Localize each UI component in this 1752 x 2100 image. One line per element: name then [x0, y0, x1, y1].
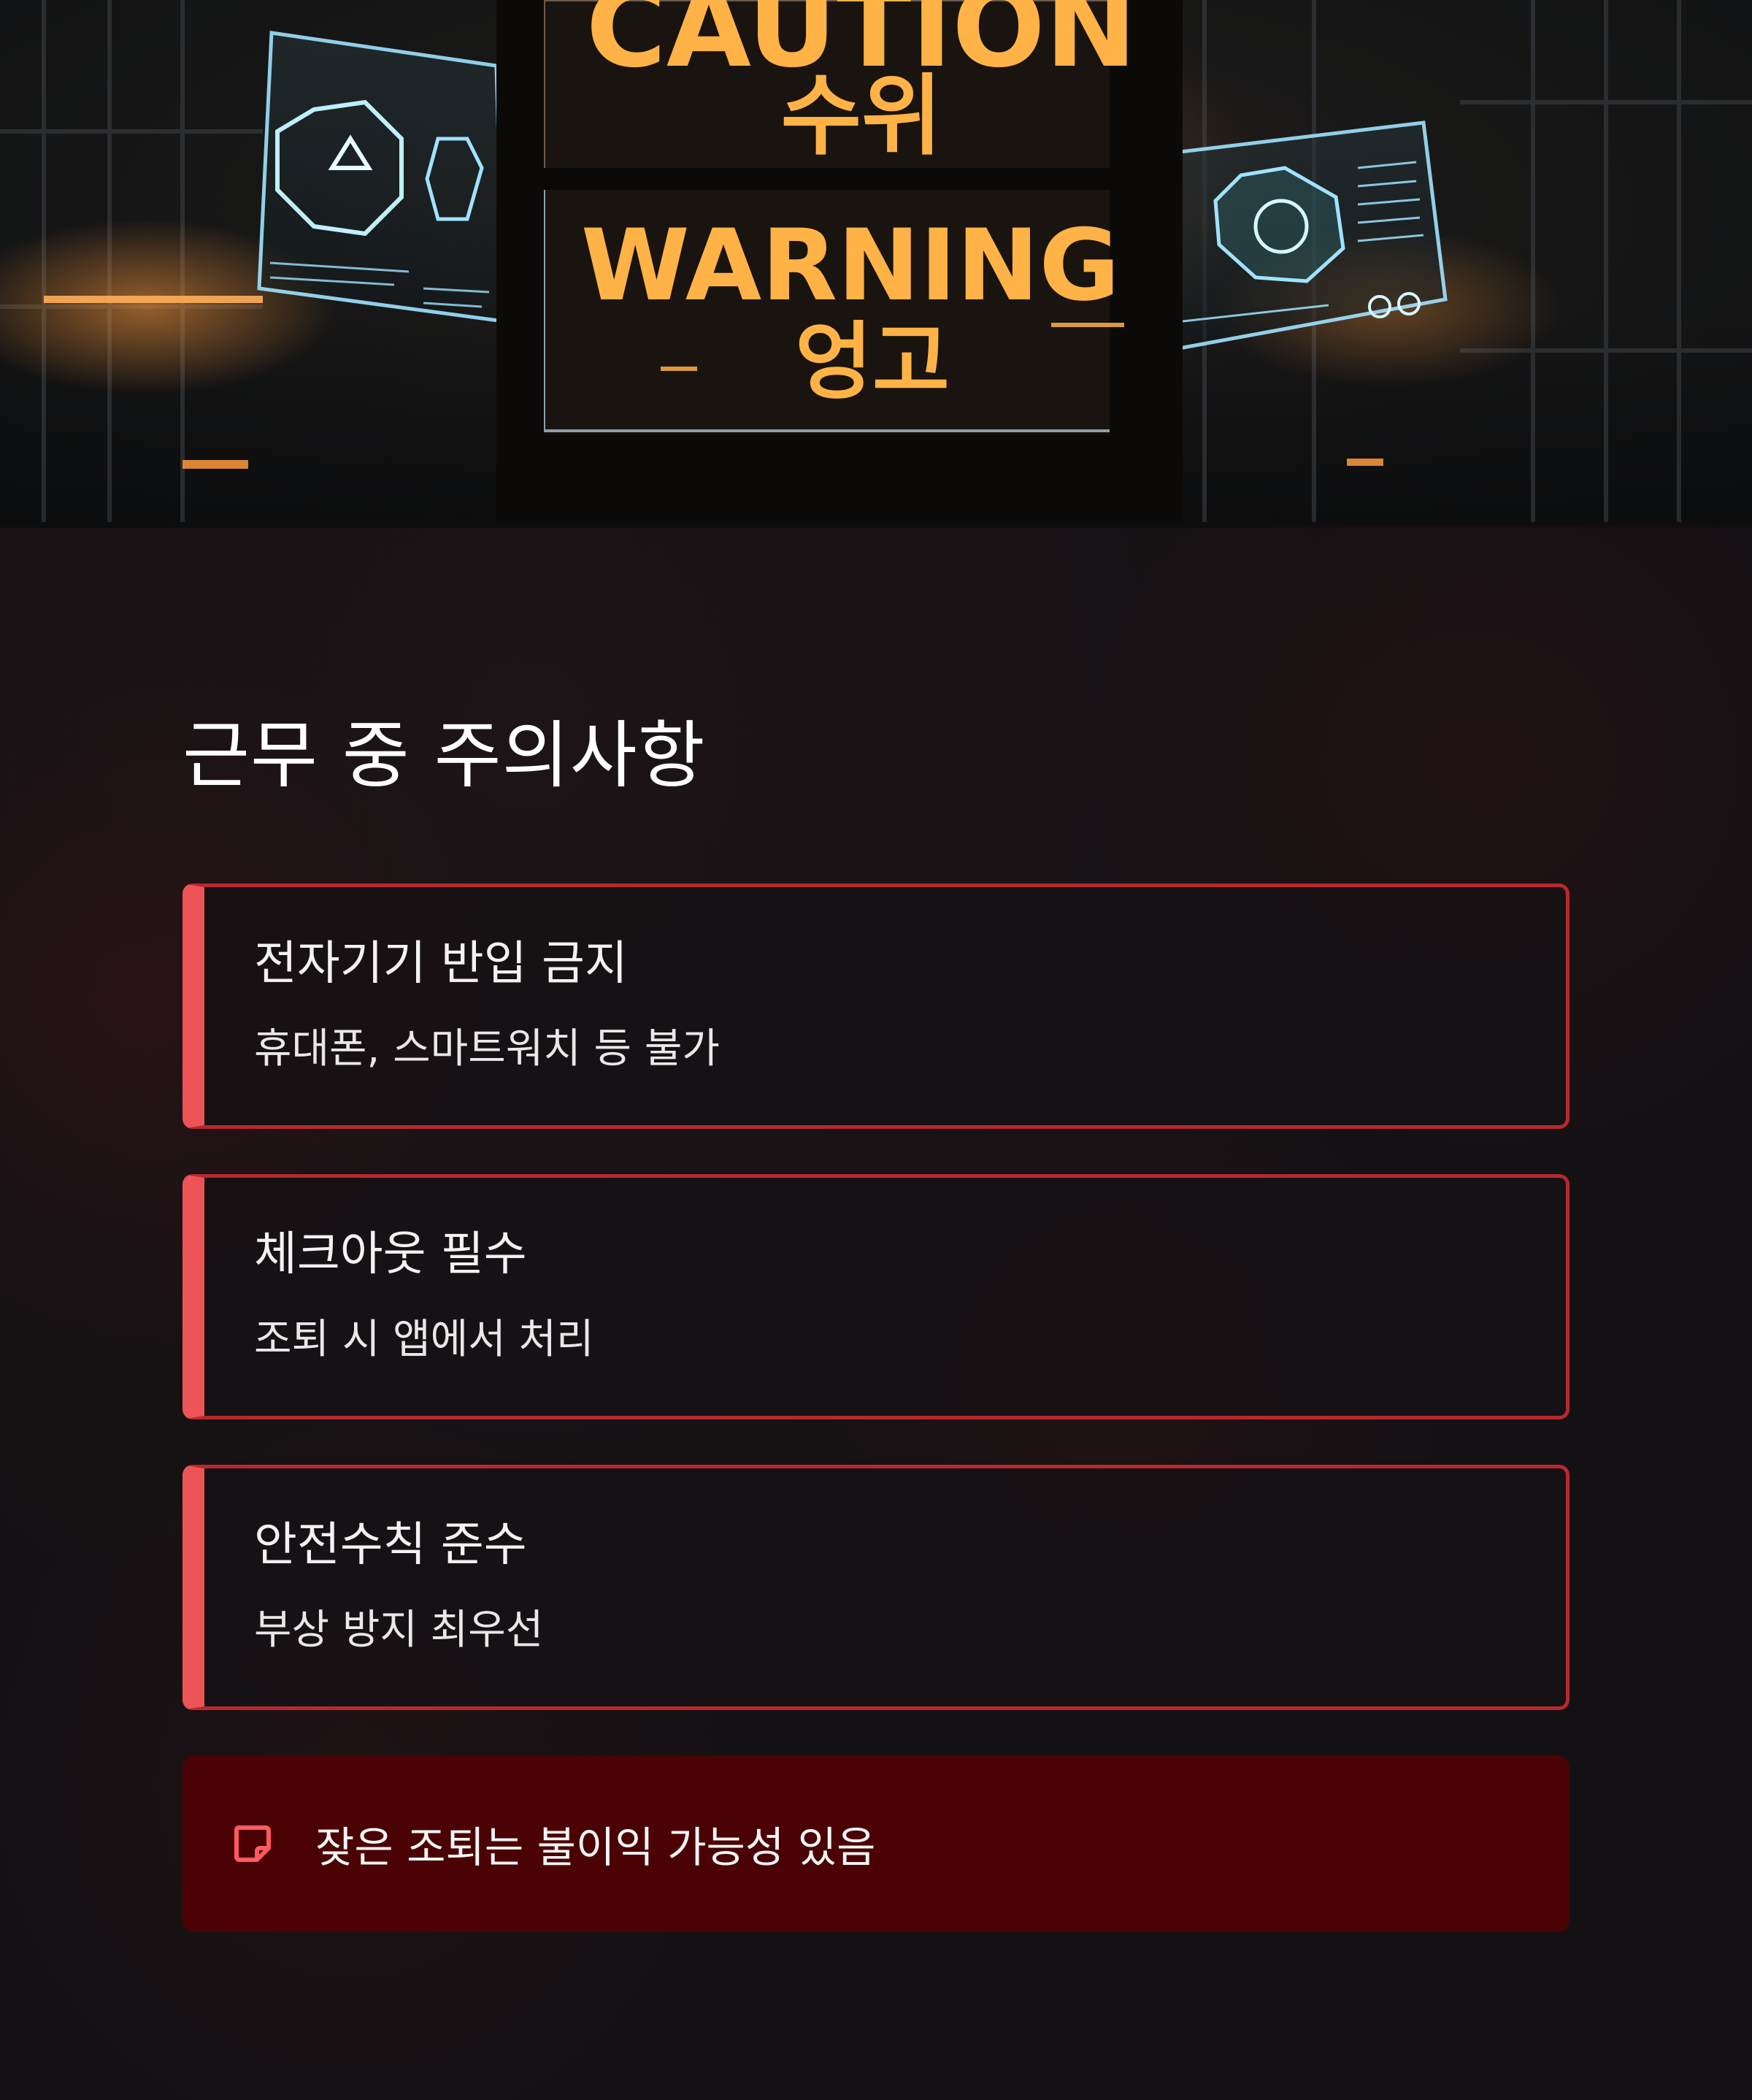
left-hologram-panel — [257, 31, 506, 323]
main-content: 근무 중 주의사항 전자기기 반입 금지 휴대폰, 스마트워치 등 불가 체크아… — [182, 701, 1570, 1932]
sign-warning-korean: 엉고 — [795, 313, 950, 411]
hero-image: CAUTION 수위 WARNING 엉고 — [0, 0, 1752, 528]
sign-warning-text: WARNING — [581, 208, 1120, 323]
notice-title: 안전수칙 준수 — [254, 1518, 527, 1572]
alert-text: 잦은 조퇴는 불이익 가능성 있음 — [315, 1823, 876, 1872]
notice-card-electronics: 전자기기 반입 금지 휴대폰, 스마트워치 등 불가 — [182, 884, 1570, 1129]
notice-title: 체크아웃 필수 — [254, 1227, 527, 1281]
notice-title: 전자기기 반입 금지 — [254, 937, 628, 991]
hero-illustration: CAUTION 수위 WARNING 엉고 — [0, 0, 1752, 528]
notice-description: 휴대폰, 스마트워치 등 불가 — [254, 1025, 720, 1073]
notice-description: 조퇴 시 앱에서 처리 — [254, 1316, 594, 1363]
notice-description: 부상 방지 최우선 — [254, 1606, 544, 1654]
page-title: 근무 중 주의사항 — [182, 713, 706, 798]
early-leave-alert: 잦은 조퇴는 불이익 가능성 있음 — [182, 1755, 1570, 1932]
sign-caution-korean: 수위 — [781, 66, 942, 167]
page: CAUTION 수위 WARNING 엉고 근무 중 주의사항 전자기기 반입 … — [0, 0, 1752, 2100]
notice-card-checkout: 체크아웃 필수 조퇴 시 앱에서 처리 — [182, 1174, 1570, 1419]
notice-card-safety: 안전수칙 준수 부상 방지 최우선 — [182, 1465, 1570, 1710]
note-icon — [231, 1822, 274, 1866]
